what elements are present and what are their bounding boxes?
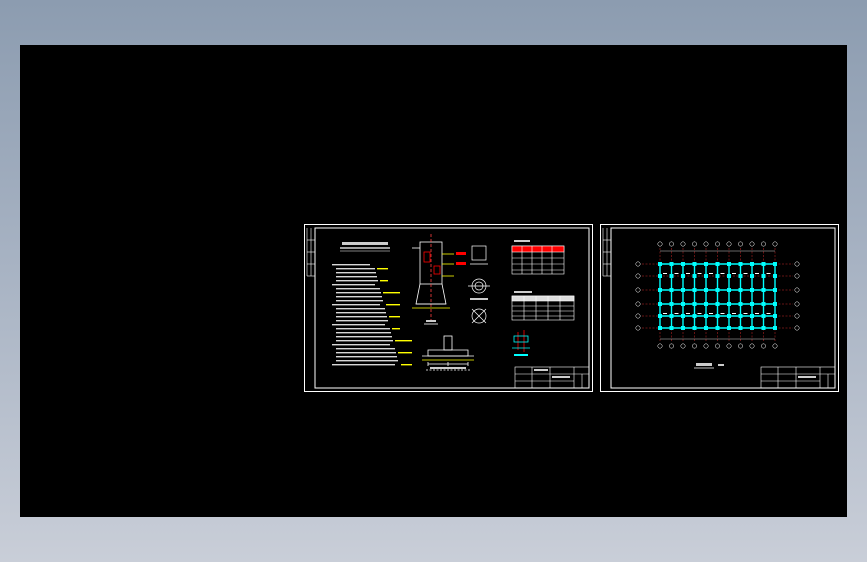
sheet-1-title-block	[514, 366, 590, 389]
sheet-1-foundation-elevation	[422, 335, 474, 371]
drawing-sheet-foundation-detail[interactable]	[304, 224, 593, 392]
sheet-1-rebar-schedule-table	[511, 240, 565, 275]
sheet-1-general-notes	[332, 264, 412, 366]
sheet-1-margin-strip	[306, 228, 315, 277]
cad-model-viewport[interactable]	[20, 45, 847, 517]
drawing-sheet-structural-plan[interactable]	[600, 224, 839, 392]
sheet-1-connection-detail	[512, 330, 530, 356]
sheet-1-pile-section	[412, 234, 466, 325]
sheet-2-floor-plan	[635, 241, 800, 349]
sheet-1-pile-table	[511, 291, 575, 321]
sheet-2-drawing	[600, 224, 839, 392]
sheet-2-plan-title	[694, 363, 724, 369]
sheet-2-margin-strip	[602, 228, 611, 277]
sheet-1-drawing	[304, 224, 593, 392]
sheet-1-section-details	[468, 245, 490, 324]
sheet-2-outer-frame	[600, 224, 839, 392]
sheet-2-title-block	[760, 366, 836, 389]
sheet-1-notes-title	[340, 242, 390, 252]
